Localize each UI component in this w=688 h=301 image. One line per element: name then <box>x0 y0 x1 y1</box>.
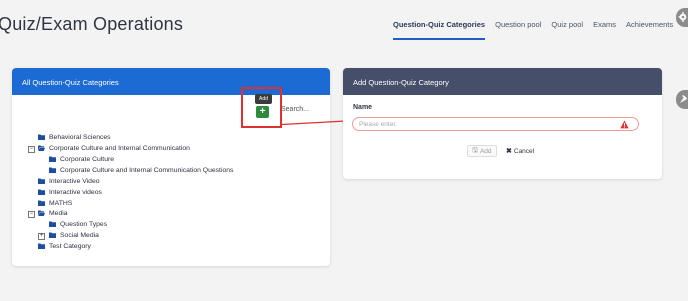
pin-side-button[interactable] <box>676 90 688 109</box>
folder-icon <box>38 178 45 184</box>
categories-panel-title: All Question-Quiz Categories <box>12 68 330 95</box>
tree-item-label: Question Types <box>60 220 108 228</box>
folder-icon <box>38 200 45 206</box>
tree-item-label: Corporate Culture <box>60 155 115 163</box>
tab-question-quiz-categories[interactable]: Question-Quiz Categories <box>393 20 486 40</box>
tree-item-label: Interactive videos <box>49 188 102 196</box>
add-category-button[interactable]: + <box>256 106 269 118</box>
tree-item[interactable]: Corporate Culture and Internal Communica… <box>38 143 190 153</box>
collapse-toggle[interactable]: − <box>28 146 35 153</box>
folder-open-icon <box>38 210 45 216</box>
tab-question-pool[interactable]: Question pool <box>495 20 541 40</box>
add-button-label: Add <box>479 147 492 155</box>
warning-icon <box>620 120 629 129</box>
tree-item[interactable]: Behavioral Sciences <box>38 132 111 142</box>
tree-item-label: Test Category <box>49 242 91 250</box>
cancel-button[interactable]: ✖ Cancel <box>502 145 538 157</box>
tree-item[interactable]: Interactive videos <box>38 187 102 197</box>
folder-icon <box>38 134 45 140</box>
tree-item-label: Social Media <box>60 231 99 239</box>
save-icon: 🖫 <box>472 146 478 154</box>
plus-icon: + <box>259 106 266 117</box>
tree-search-input[interactable]: Search... <box>281 106 309 113</box>
tab-exams[interactable]: Exams <box>593 20 616 40</box>
tab-bar: Question-Quiz Categories Question pool Q… <box>393 20 683 40</box>
tree-item[interactable]: MATHS <box>38 198 72 208</box>
tree-item-label: Corporate Culture and Internal Communica… <box>60 166 234 174</box>
tree-item[interactable]: Media <box>38 208 68 218</box>
tree-item[interactable]: Corporate Culture and Internal Communica… <box>49 165 233 175</box>
tree-item[interactable]: Corporate Culture <box>49 154 114 164</box>
pin-icon <box>680 95 687 103</box>
tree-item-label: Corporate Culture and Internal Communica… <box>49 144 190 152</box>
collapse-toggle[interactable]: − <box>28 211 35 218</box>
tree-item[interactable]: Social Media <box>49 230 99 240</box>
gear-icon <box>678 12 687 22</box>
close-icon: ✖ <box>506 148 512 155</box>
add-category-panel-title: Add Question-Quiz Category <box>343 68 662 95</box>
page-title: Quiz/Exam Operations <box>0 14 184 34</box>
name-field[interactable] <box>359 121 609 128</box>
expand-toggle[interactable]: + <box>38 233 45 240</box>
add-button[interactable]: 🖫 Add <box>467 145 497 157</box>
folder-open-icon <box>38 145 45 151</box>
tree-item-label: MATHS <box>49 199 73 207</box>
tree-item[interactable]: Interactive Video <box>38 176 100 186</box>
name-label: Name <box>353 104 373 111</box>
tab-achievements[interactable]: Achievements <box>626 20 673 40</box>
settings-side-button[interactable] <box>676 8 688 27</box>
cancel-button-label: Cancel <box>513 147 535 155</box>
tree-item[interactable]: Test Category <box>38 241 91 251</box>
tree-item[interactable]: Question Types <box>49 219 107 229</box>
folder-icon <box>49 221 56 227</box>
folder-icon <box>49 232 56 238</box>
folder-icon <box>49 156 56 162</box>
tree-item-label: Interactive Video <box>49 177 100 185</box>
folder-icon <box>38 189 45 195</box>
add-tooltip: Add <box>255 94 272 104</box>
tab-quiz-pool[interactable]: Quiz pool <box>551 20 583 40</box>
folder-icon <box>49 167 56 173</box>
tree-item-label: Behavioral Sciences <box>49 133 111 141</box>
folder-icon <box>38 243 45 249</box>
name-field-wrapper <box>352 117 639 131</box>
tree-item-label: Media <box>49 209 68 217</box>
